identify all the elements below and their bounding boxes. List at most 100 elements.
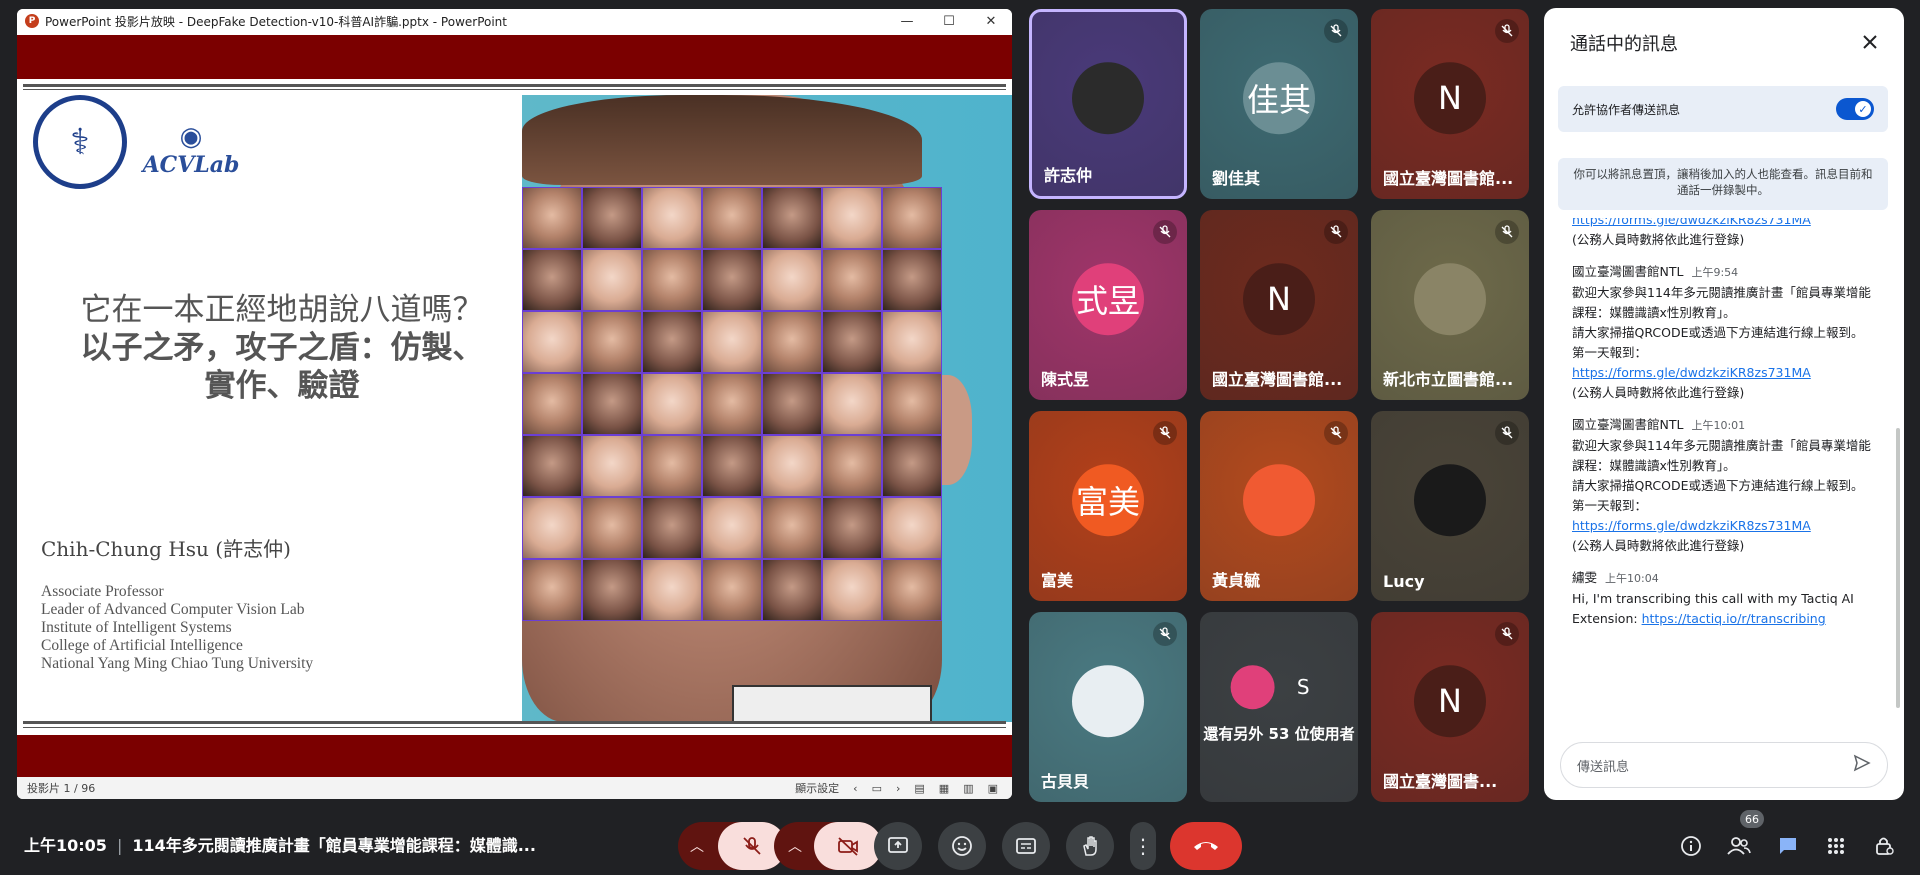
normal-view-icon[interactable]: ▤ bbox=[914, 782, 924, 795]
participant-name: Lucy bbox=[1383, 572, 1425, 591]
participant-name: 還有另外 53 位使用者 bbox=[1203, 725, 1355, 743]
captions-button[interactable] bbox=[1002, 822, 1050, 870]
face-thumbnail bbox=[882, 373, 942, 435]
mic-off-icon bbox=[1153, 421, 1177, 445]
participant-name: 許志仲 bbox=[1044, 166, 1093, 185]
university-logo: ⚕ bbox=[33, 95, 127, 189]
people-icon[interactable] bbox=[1725, 832, 1753, 860]
camera-off-button[interactable] bbox=[814, 822, 882, 870]
grid-view-icon[interactable]: ▦ bbox=[939, 782, 949, 795]
participant-avatar bbox=[1230, 665, 1275, 710]
slideshow-view-icon[interactable]: ▣ bbox=[988, 782, 998, 795]
hand-icon bbox=[1083, 836, 1097, 856]
participant-name: 劉佳其 bbox=[1212, 169, 1261, 188]
chat-message-link[interactable]: https://tactiq.io/r/transcribing bbox=[1642, 611, 1826, 626]
participant-avatar bbox=[1072, 62, 1144, 135]
chat-message-link[interactable]: https://forms.gle/dwdzkziKR8zs731MA bbox=[1572, 363, 1882, 383]
hair bbox=[522, 95, 922, 185]
captions-icon bbox=[1016, 838, 1036, 854]
participant-tile[interactable]: 黃貞毓 bbox=[1200, 411, 1358, 601]
affiliation-line: Associate Professor bbox=[41, 583, 164, 600]
mic-off-icon bbox=[1495, 220, 1519, 244]
face-thumbnail bbox=[762, 435, 822, 497]
face-thumbnail bbox=[522, 373, 582, 435]
slide-divider bbox=[23, 727, 1006, 728]
face-thumbnail bbox=[642, 435, 702, 497]
participant-tile[interactable]: Lucy bbox=[1371, 411, 1529, 601]
maximize-button[interactable]: ☐ bbox=[928, 9, 970, 33]
meeting-control-bar: 上午10:05 | 114年多元閱讀推廣計畫「館員專業增能課程：媒體識... ︿ ︿… bbox=[0, 806, 1920, 875]
face-thumbnail bbox=[762, 249, 822, 311]
face-thumbnail bbox=[642, 497, 702, 559]
participant-tile[interactable]: 佳其 劉佳其 bbox=[1200, 9, 1358, 199]
face-thumbnail bbox=[882, 435, 942, 497]
face-thumbnail bbox=[702, 497, 762, 559]
affiliation-line: National Yang Ming Chiao Tung University bbox=[41, 655, 314, 672]
host-controls-icon[interactable] bbox=[1870, 832, 1898, 860]
chat-message-list[interactable]: https://forms.gle/dwdzkziKR8zs731MA (公務人… bbox=[1572, 218, 1882, 716]
present-screen-button[interactable] bbox=[874, 822, 922, 870]
close-icon[interactable] bbox=[1856, 28, 1884, 56]
face-thumbnail bbox=[642, 311, 702, 373]
meeting-info-icon[interactable] bbox=[1677, 832, 1705, 860]
people-count-badge: 66 bbox=[1740, 810, 1764, 828]
face-thumbnail bbox=[882, 559, 942, 621]
more-options-button[interactable]: ⋮ bbox=[1130, 822, 1156, 870]
video-options-chevron-icon[interactable]: ︿ bbox=[788, 836, 802, 856]
present-icon bbox=[888, 837, 908, 853]
minimize-button[interactable]: — bbox=[886, 9, 928, 33]
chat-icon[interactable] bbox=[1774, 832, 1802, 860]
reading-view-icon[interactable]: ▥ bbox=[963, 782, 973, 795]
mic-off-icon bbox=[1153, 220, 1177, 244]
slide-divider bbox=[23, 721, 1006, 724]
clock: 上午10:05 bbox=[24, 836, 107, 855]
microphone-control: ︿ bbox=[678, 822, 786, 870]
chat-panel: 通話中的訊息 允許協作者傳送訊息 ✓ 你可以將訊息置頂，讓稍後加入的人也能查看。… bbox=[1544, 8, 1904, 800]
participant-tile[interactable]: N 國立臺灣圖書... bbox=[1371, 612, 1529, 802]
slide-sorter-icon[interactable]: ▭ bbox=[872, 782, 882, 795]
camera-control: ︿ bbox=[774, 822, 882, 870]
slide[interactable]: ⚕ ◉ ACVLab 它在一本正經地胡說八道嗎？ 以子之矛，攻子之盾：仿製、 實… bbox=[17, 35, 1012, 777]
embedded-screenshot bbox=[732, 685, 932, 722]
face-thumbnail bbox=[762, 497, 822, 559]
audio-options-chevron-icon[interactable]: ︿ bbox=[690, 836, 704, 856]
camera-off-icon bbox=[838, 837, 858, 856]
participant-tile[interactable]: 許志仲 bbox=[1029, 9, 1187, 199]
participant-tile[interactable]: S 還有另外 53 位使用者 bbox=[1200, 612, 1358, 802]
participant-tile[interactable]: N 國立臺灣圖書館... bbox=[1371, 9, 1529, 199]
allow-messages-toggle[interactable]: ✓ bbox=[1836, 98, 1874, 120]
face-grid bbox=[522, 187, 942, 621]
participant-name: 富美 bbox=[1041, 571, 1074, 590]
face-thumbnail bbox=[642, 187, 702, 249]
activities-icon[interactable] bbox=[1822, 832, 1850, 860]
chat-message-input[interactable]: 傳送訊息 bbox=[1560, 742, 1888, 788]
participant-tile[interactable]: N 國立臺灣圖書館... bbox=[1200, 210, 1358, 400]
send-icon[interactable] bbox=[1853, 754, 1871, 776]
chat-message-link[interactable]: https://forms.gle/dwdzkziKR8zs731MA bbox=[1572, 516, 1882, 536]
participant-name: 新北市立圖書館... bbox=[1383, 370, 1514, 389]
leave-call-button[interactable] bbox=[1170, 822, 1242, 870]
next-slide-icon[interactable]: › bbox=[896, 782, 900, 795]
chat-message-link[interactable]: https://forms.gle/dwdzkziKR8zs731MA bbox=[1572, 218, 1811, 227]
display-settings-button[interactable]: 顯示設定 bbox=[795, 780, 839, 796]
previous-slide-icon[interactable]: ‹ bbox=[853, 782, 857, 795]
affiliation-line: Institute of Intelligent Systems bbox=[41, 619, 232, 636]
face-thumbnail bbox=[702, 187, 762, 249]
close-window-button[interactable]: ✕ bbox=[970, 9, 1012, 33]
reactions-button[interactable] bbox=[938, 822, 986, 870]
face-thumbnail bbox=[522, 497, 582, 559]
raise-hand-button[interactable] bbox=[1066, 822, 1114, 870]
participant-tile[interactable]: 富美 富美 bbox=[1029, 411, 1187, 601]
chat-message-body: 歡迎大家參與114年多元閱讀推廣計畫「館員專業增能課程：媒體識讀x性別教育」。 … bbox=[1572, 438, 1871, 513]
slide-affiliation: Associate Professor Leader of Advanced C… bbox=[41, 583, 313, 673]
chat-scrollbar[interactable] bbox=[1896, 428, 1900, 708]
chat-message-body: 歡迎大家參與114年多元閱讀推廣計畫「館員專業增能課程：媒體識讀x性別教育」。 … bbox=[1572, 285, 1871, 360]
participant-avatar: N bbox=[1414, 62, 1486, 135]
allow-messages-setting: 允許協作者傳送訊息 ✓ bbox=[1558, 86, 1888, 132]
participant-tile[interactable]: 式昱 陳式昱 bbox=[1029, 210, 1187, 400]
participant-tile[interactable]: 新北市立圖書館... bbox=[1371, 210, 1529, 400]
participant-tile[interactable]: 古貝貝 bbox=[1029, 612, 1187, 802]
slide-counter: 投影片 1 / 96 bbox=[27, 782, 96, 795]
face-thumbnail bbox=[822, 249, 882, 311]
mic-off-icon bbox=[1324, 220, 1348, 244]
